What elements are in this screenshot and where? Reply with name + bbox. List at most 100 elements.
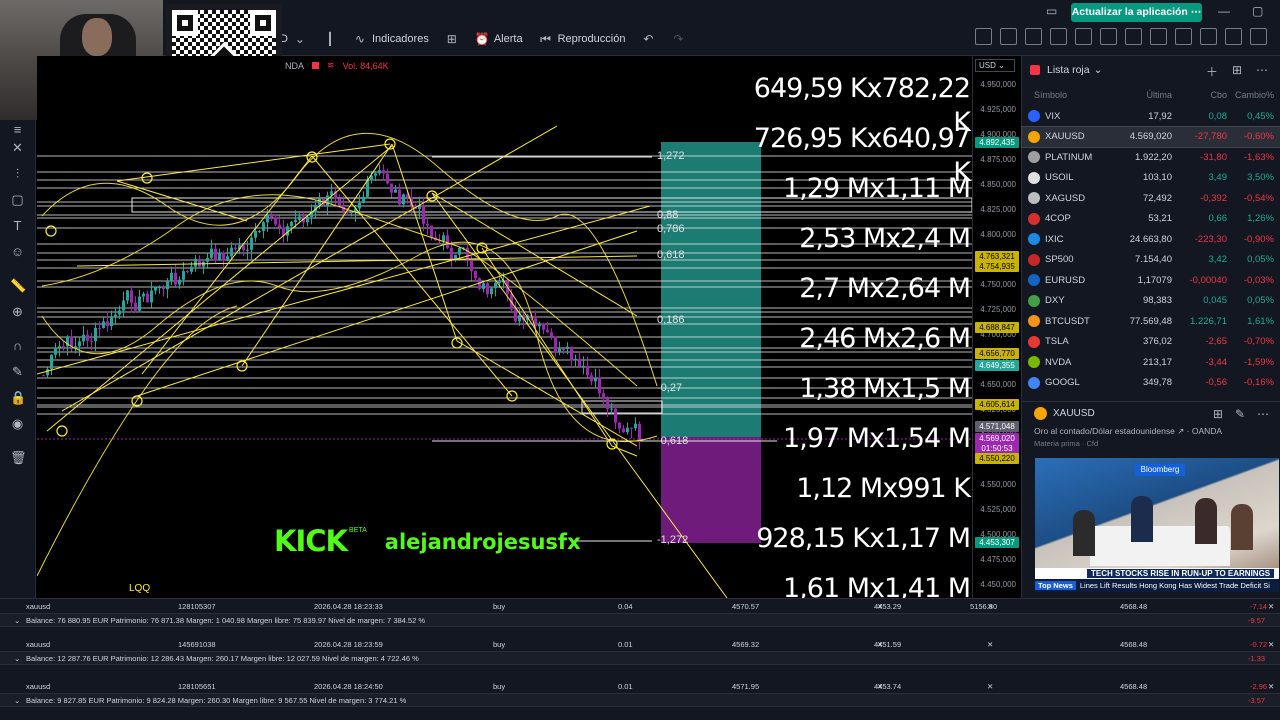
price-badge[interactable]: 4.649,355 [975,360,1019,371]
chevron-down-icon[interactable]: ⌄ [14,654,20,663]
edit-icon[interactable]: ✎ [1235,407,1245,421]
zoom-icon[interactable]: ⊕ [10,304,25,319]
price-badge[interactable]: 4.550,220 [975,453,1019,464]
hide-icon[interactable]: ≋ [327,60,335,71]
close-position-icon[interactable]: ✕ [1268,640,1274,649]
undo-button[interactable]: ↶ [641,32,655,46]
price-badge[interactable]: 4.656,770 [975,348,1019,359]
maximize-icon[interactable]: ▢ [1252,4,1263,18]
magnet-icon[interactable]: ∩ [10,338,25,353]
price-badge[interactable]: 4.605,614 [975,399,1019,410]
close-tp-icon[interactable]: ✕ [987,602,993,611]
circle-tool-icon[interactable] [1100,28,1117,45]
more-tools-icon[interactable] [1250,28,1267,45]
close-trade-icon[interactable]: ✕ [877,602,883,611]
flag-icon[interactable] [312,62,320,69]
close-trade-icon[interactable]: ✕ [877,640,883,649]
trend-line[interactable] [116,143,391,182]
lock-icon[interactable]: 🔒 [10,390,26,405]
pivot-marker[interactable] [141,172,153,184]
fib-tool-icon[interactable] [975,28,992,45]
replay-button[interactable]: ⏮ Reproducción [539,32,625,46]
emoji-tool-icon[interactable]: ☺ [10,244,25,259]
watchlist-row[interactable]: DXY 98,383 0,045 0,05% [1022,291,1280,312]
news-video[interactable]: Bloomberg TECH STOCKS RISE IN RUN-UP TO … [1035,458,1279,592]
pattern-tool-icon[interactable] [1125,28,1142,45]
trash-icon[interactable]: 🗑 [10,450,27,465]
watchlist-row[interactable]: SP500 7.154,40 3,42 0,05% [1022,250,1280,271]
lines-tool-icon[interactable]: ⫶ [10,166,25,181]
add-symbol-icon[interactable]: ＋ [1206,63,1218,80]
watchlist-row[interactable]: VIX 17,92 0,08 0,45% [1022,106,1280,127]
shapes-tool-icon[interactable]: ▢ [10,192,25,207]
brush-tool-icon[interactable] [1200,28,1217,45]
watchlist-row[interactable]: XAUUSD 4.569,020 -27,780 -0,60% [1021,125,1280,148]
trend-line[interactable] [37,205,651,375]
menu-icon[interactable]: ≡ [10,122,25,137]
watchlist-row[interactable]: EURUSD 1,17079 -0,00040 -0,03% [1022,270,1280,291]
details-name[interactable]: Oro al contado/Dólar estadounidense [1034,426,1175,436]
more-icon[interactable]: ⋯ [1256,63,1268,80]
column-symbol[interactable]: Símbolo [1022,90,1117,100]
watchlist-row[interactable]: TSLA 376,02 -2,65 -0,70% [1022,332,1280,353]
trend-line[interactable] [76,255,638,267]
watchlist-row[interactable]: BTCUSDT 77.569,48 1.226,71 1,61% [1022,311,1280,332]
visibility-icon[interactable]: ◉ [10,416,25,431]
layout-icon[interactable]: ⊞ [1213,407,1223,421]
pitchfork-tool-icon[interactable] [1150,28,1167,45]
price-badge[interactable]: 4.571,048 [975,421,1019,432]
close-position-icon[interactable]: ✕ [1268,602,1274,611]
channel-tool-icon[interactable] [1025,28,1042,45]
price-badge[interactable]: 4.453,307 [975,537,1019,548]
ruler-tool-icon[interactable] [1225,28,1242,45]
watchlist-row[interactable]: PLATINUM 1.922,20 -31,80 -1,63% [1022,147,1280,168]
trade-row[interactable]: xauusd 128105307 2026.04.28 18:23:33 buy 0.0… [0,601,1280,613]
lock-drawings-icon[interactable]: ✎ [10,364,25,379]
trend-line[interactable] [481,247,613,447]
trend-line[interactable] [241,143,393,367]
cross-tool-icon[interactable]: ✕ [10,140,25,155]
chevron-down-icon[interactable]: ⌄ [14,696,20,705]
watchlist-row[interactable]: IXIC 24.663,80 -223,30 -0,90% [1022,229,1280,250]
watchlist-row[interactable]: 4COP 53,21 0,66 1,26% [1022,209,1280,230]
pivot-marker[interactable] [306,151,318,163]
currency-selector[interactable]: USD ⌄ [975,59,1015,72]
layout-icon[interactable]: ⊞ [1232,63,1242,80]
close-position-icon[interactable]: ✕ [1268,682,1274,691]
fib-retracement-tool-icon[interactable] [1050,28,1067,45]
redo-button[interactable]: ↷ [671,32,685,46]
column-change-pct[interactable]: Cambio% [1227,90,1274,100]
trend-line[interactable] [431,192,638,317]
price-badge[interactable]: 4.754,935 [975,261,1019,272]
watchlist-row[interactable]: USOIL 103,10 3,49 3,50% [1022,168,1280,189]
chart-type-button[interactable]: ┃ [323,32,337,46]
column-change[interactable]: Cbo [1172,90,1227,100]
trendline-tool-icon[interactable] [1000,28,1017,45]
close-tp-icon[interactable]: ✕ [987,682,993,691]
trend-line[interactable] [456,340,638,447]
watchlist-title[interactable]: Lista roja [1047,64,1090,76]
alert-button[interactable]: ⏰ Alerta [475,32,523,46]
layouts-button[interactable]: ⊞ [445,32,459,46]
details-symbol[interactable]: XAUUSD [1053,408,1095,419]
close-trade-icon[interactable]: ✕ [877,682,883,691]
watchlist-row[interactable]: NVDA 213,17 -3,44 -1,59% [1022,352,1280,373]
price-scale[interactable]: 4.950,000 4.925,000 4.900,000 4.875,000 4.85… [972,56,1020,639]
minimize-icon[interactable]: — [1218,4,1230,18]
column-last[interactable]: Última [1117,90,1172,100]
chevron-down-icon[interactable]: ⌄ [14,616,20,625]
account-icon[interactable]: ▭ [1046,4,1057,18]
interval-button[interactable]: D ⌄ [280,32,307,46]
update-app-button[interactable]: Actualizar la aplicación ⋯ [1071,3,1202,22]
more-icon[interactable]: ⋯ [1257,407,1269,421]
chevron-down-icon[interactable]: ⌄ [1094,64,1103,76]
indicators-button[interactable]: ∿ Indicadores [353,32,429,46]
pivot-marker[interactable] [56,425,68,437]
text-tool-icon[interactable]: T [10,218,25,233]
trade-row[interactable]: xauusd 145691038 2026.04.28 18:23:59 buy 0.0… [0,639,1280,651]
trade-row[interactable]: xauusd 128105651 2026.04.28 18:24:50 buy 0.0… [0,681,1280,693]
close-tp-icon[interactable]: ✕ [987,640,993,649]
price-badge[interactable]: 4.688,847 [975,322,1019,333]
price-badge[interactable]: 4.892,435 [975,137,1019,148]
watchlist-row[interactable]: XAGUSD 72,492 -0,392 -0,54% [1022,188,1280,209]
